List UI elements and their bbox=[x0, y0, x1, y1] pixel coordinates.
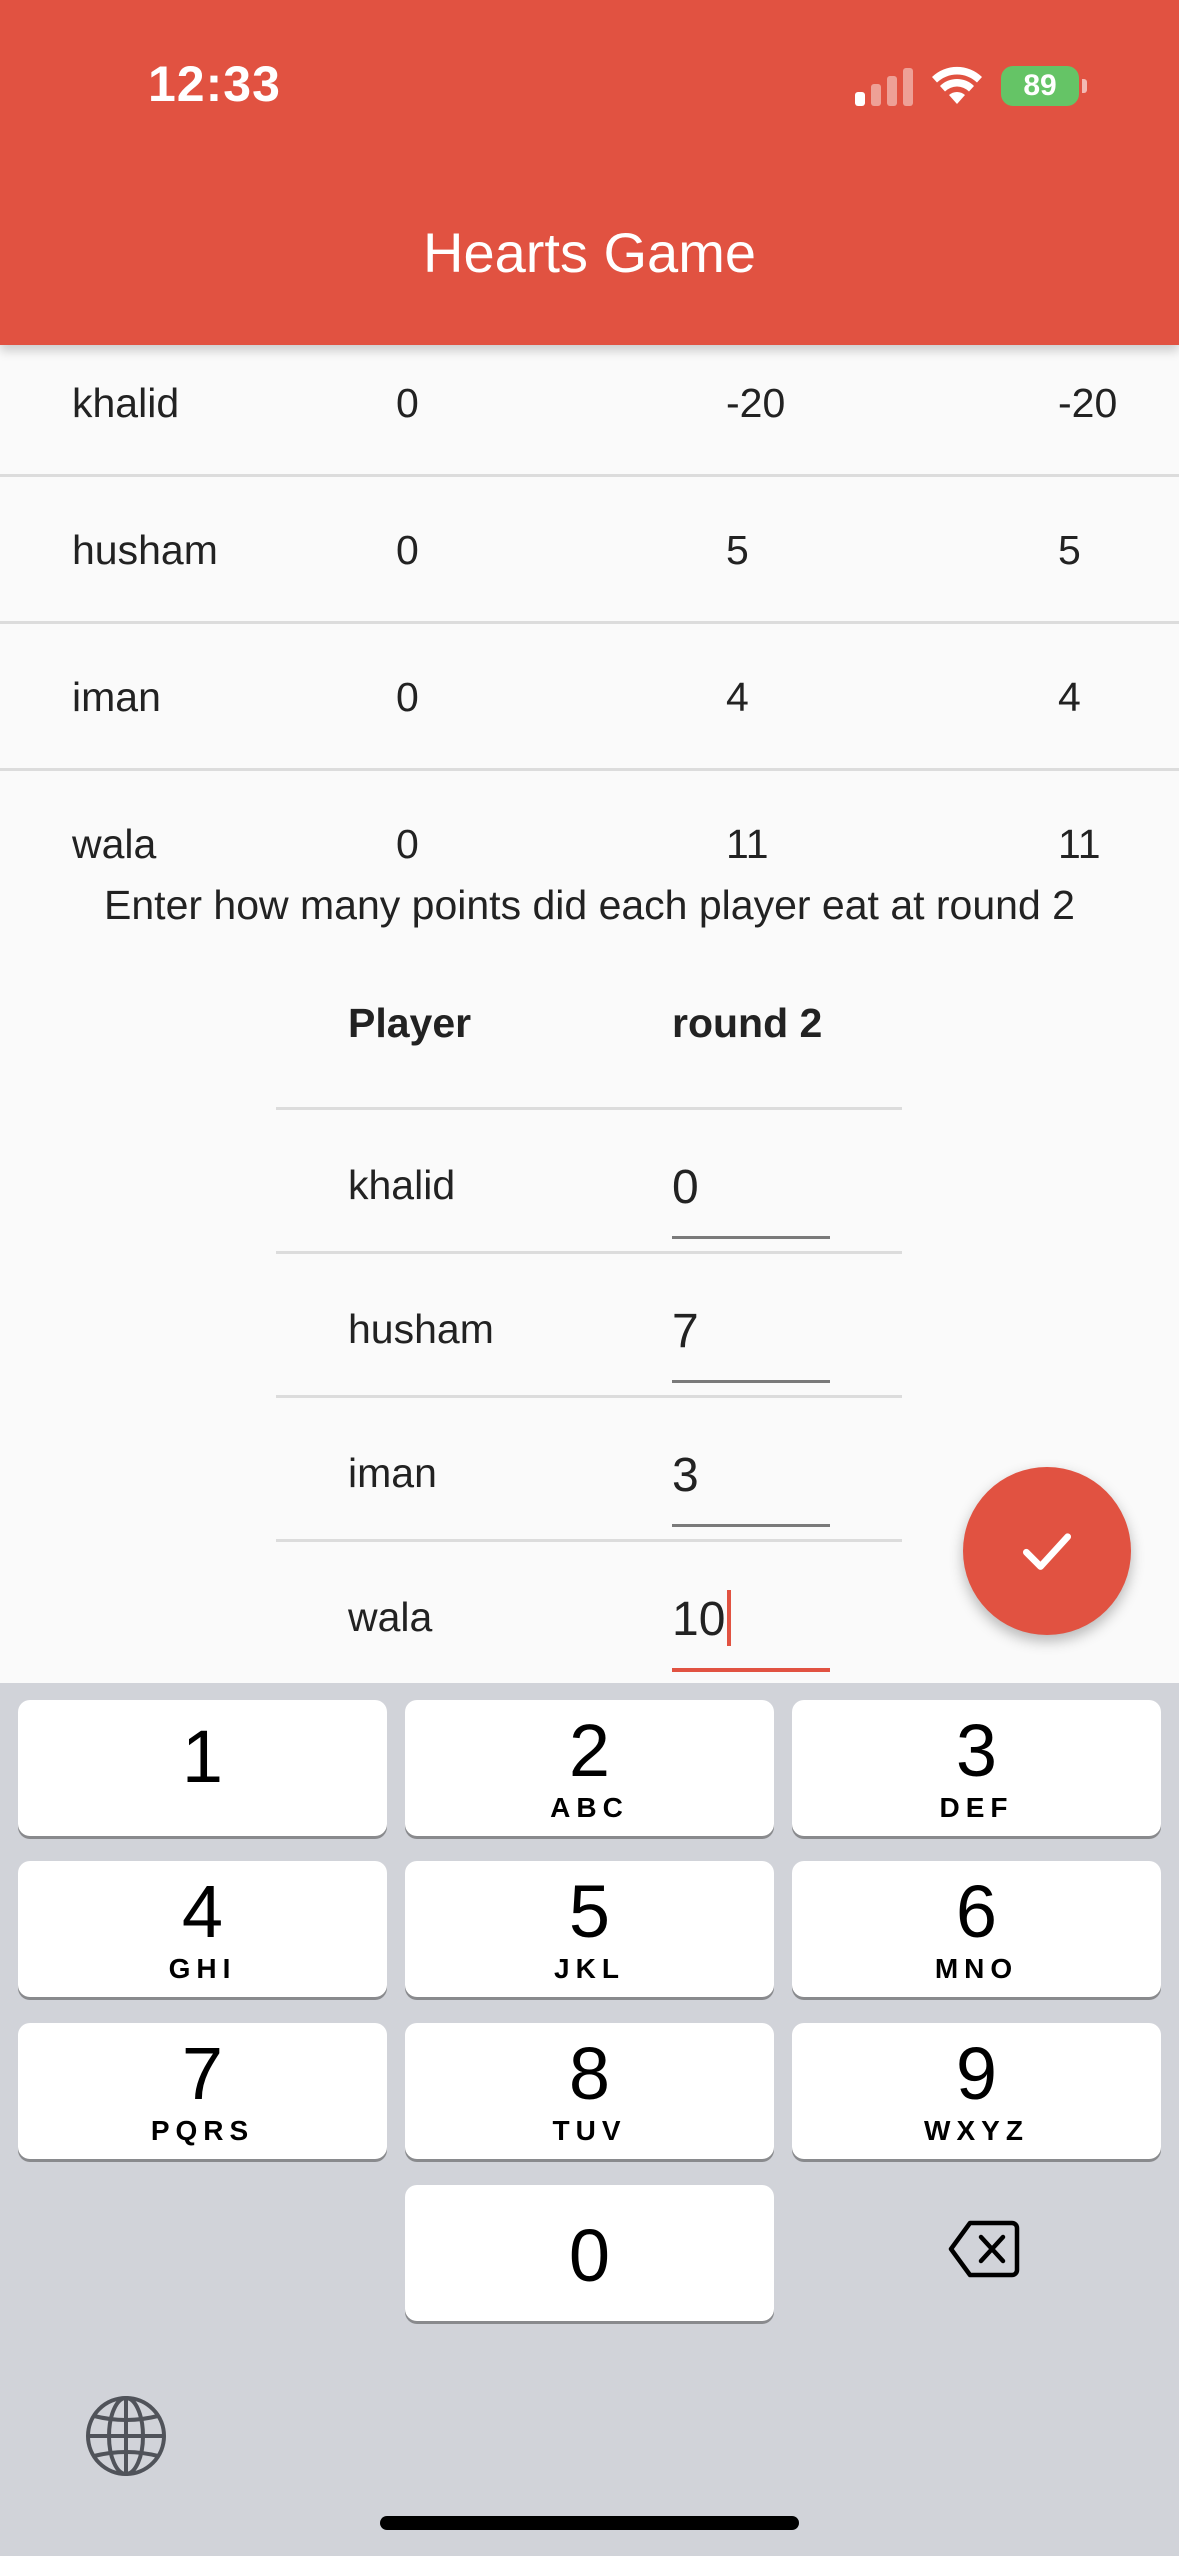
points-input-wala[interactable]: 10 bbox=[672, 1572, 830, 1672]
scores-table: khalid 0 -20 -20 husham 0 5 5 iman 0 4 4… bbox=[0, 330, 1179, 915]
input-value: 10 bbox=[672, 1593, 726, 1646]
entry-table-header: Player round 2 bbox=[276, 965, 902, 1110]
key-8[interactable]: 8 TUV bbox=[405, 2023, 774, 2159]
player-name: khalid bbox=[348, 1162, 456, 1208]
total-score: 4 bbox=[1058, 674, 1081, 720]
points-input-husham[interactable]: 7 bbox=[672, 1284, 830, 1383]
table-row: khalid 0 -20 -20 bbox=[0, 330, 1179, 477]
key-letters: GHI bbox=[168, 1953, 237, 1984]
key-number: 8 bbox=[568, 2032, 611, 2115]
backspace-icon[interactable] bbox=[948, 2220, 1020, 2278]
input-value: 7 bbox=[672, 1305, 699, 1358]
key-letters: WXYZ bbox=[924, 2115, 1029, 2146]
key-letters: PQRS bbox=[150, 2115, 255, 2146]
total-score: -20 bbox=[1058, 380, 1118, 426]
check-icon bbox=[1022, 1533, 1072, 1570]
submit-round-button[interactable] bbox=[963, 1467, 1131, 1635]
battery-level: 89 bbox=[1023, 69, 1057, 102]
key-number: 4 bbox=[181, 1870, 224, 1953]
text-cursor bbox=[727, 1590, 732, 1647]
input-value: 3 bbox=[672, 1449, 699, 1502]
key-7[interactable]: 7 PQRS bbox=[18, 2023, 387, 2159]
key-number: 7 bbox=[181, 2032, 224, 2115]
status-time: 12:33 bbox=[148, 56, 281, 112]
round2-score: 4 bbox=[726, 674, 749, 720]
cellular-signal-icon bbox=[855, 66, 913, 106]
round1-score: 0 bbox=[396, 674, 419, 720]
key-number: 1 bbox=[181, 1715, 224, 1798]
player-name: husham bbox=[72, 527, 218, 573]
status-icons: 89 bbox=[855, 64, 1087, 108]
round2-score: 11 bbox=[726, 821, 769, 867]
key-1[interactable]: 1 bbox=[18, 1700, 387, 1836]
app-bar: 12:33 89 Hearts Game bbox=[0, 0, 1179, 345]
player-name: wala bbox=[348, 1594, 433, 1640]
key-letters: MNO bbox=[934, 1953, 1019, 1984]
table-row: husham 0 5 5 bbox=[0, 477, 1179, 624]
key-9[interactable]: 9 WXYZ bbox=[792, 2023, 1161, 2159]
globe-icon[interactable] bbox=[84, 2394, 168, 2478]
entry-row: khalid 0 bbox=[276, 1110, 902, 1254]
round1-score: 0 bbox=[396, 380, 419, 426]
round1-score: 0 bbox=[396, 821, 419, 867]
points-entry-table: Player round 2 khalid 0 husham 7 iman 3 … bbox=[276, 965, 902, 1683]
round2-score: -20 bbox=[726, 380, 786, 426]
entry-row: iman 3 bbox=[276, 1398, 902, 1542]
key-2[interactable]: 2 ABC bbox=[405, 1700, 774, 1836]
home-indicator[interactable] bbox=[380, 2516, 799, 2530]
key-number: 3 bbox=[955, 1709, 998, 1792]
key-0[interactable]: 0 bbox=[405, 2185, 774, 2321]
key-4[interactable]: 4 GHI bbox=[18, 1861, 387, 1997]
player-name: iman bbox=[348, 1450, 437, 1496]
key-number: 9 bbox=[955, 2032, 998, 2115]
instruction-text: Enter how many points did each player ea… bbox=[104, 882, 1075, 928]
key-3[interactable]: 3 DEF bbox=[792, 1700, 1161, 1836]
key-letters: DEF bbox=[939, 1792, 1014, 1823]
key-6[interactable]: 6 MNO bbox=[792, 1861, 1161, 1997]
battery-icon: 89 bbox=[1001, 66, 1087, 106]
player-name: wala bbox=[72, 821, 157, 867]
round2-score: 5 bbox=[726, 527, 749, 573]
player-name: iman bbox=[72, 674, 161, 720]
key-number: 6 bbox=[955, 1870, 998, 1953]
header-round: round 2 bbox=[672, 1000, 823, 1046]
player-name: husham bbox=[348, 1306, 494, 1352]
entry-row: husham 7 bbox=[276, 1254, 902, 1398]
key-number: 5 bbox=[568, 1870, 611, 1953]
key-letters: ABC bbox=[550, 1792, 629, 1823]
page-title: Hearts Game bbox=[423, 221, 756, 284]
key-number: 2 bbox=[568, 1709, 611, 1792]
key-number: 0 bbox=[568, 2214, 611, 2297]
key-letters: JKL bbox=[554, 1953, 625, 1984]
table-row: iman 0 4 4 bbox=[0, 624, 1179, 771]
input-value: 0 bbox=[672, 1161, 699, 1214]
entry-row: wala 10 bbox=[276, 1542, 902, 1683]
player-name: khalid bbox=[72, 380, 180, 426]
key-letters: TUV bbox=[552, 2115, 627, 2146]
points-input-iman[interactable]: 3 bbox=[672, 1428, 830, 1527]
total-score: 11 bbox=[1058, 821, 1101, 867]
key-5[interactable]: 5 JKL bbox=[405, 1861, 774, 1997]
wifi-icon bbox=[932, 66, 982, 104]
header-player: Player bbox=[348, 1000, 472, 1046]
round1-score: 0 bbox=[396, 527, 419, 573]
total-score: 5 bbox=[1058, 527, 1081, 573]
points-input-khalid[interactable]: 0 bbox=[672, 1140, 830, 1239]
